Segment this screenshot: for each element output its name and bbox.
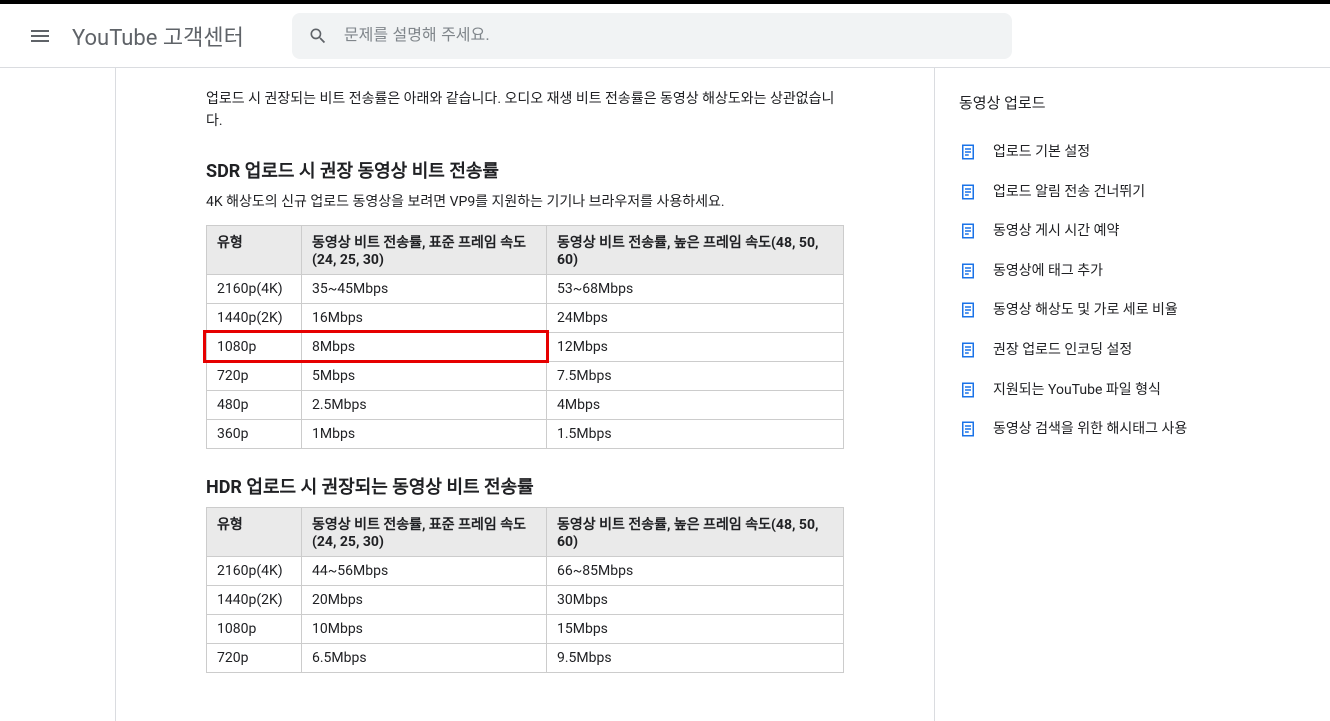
sidebar-item-label: 권장 업로드 인코딩 설정: [993, 341, 1132, 361]
sdr-table-wrap: 유형 동영상 비트 전송률, 표준 프레임 속도(24, 25, 30) 동영상…: [206, 225, 844, 449]
cell-high: 9.5Mbps: [547, 644, 844, 673]
cell-type: 360p: [207, 420, 302, 449]
cell-std: 44~56Mbps: [302, 557, 547, 586]
cell-std: 6.5Mbps: [302, 644, 547, 673]
page-title: YouTube 고객센터: [72, 20, 244, 52]
cell-type: 1080p: [207, 615, 302, 644]
search-input[interactable]: [344, 27, 996, 45]
hdr-table: 유형 동영상 비트 전송률, 표준 프레임 속도(24, 25, 30) 동영상…: [206, 507, 844, 673]
cell-type: 720p: [207, 644, 302, 673]
search-icon: [308, 26, 328, 46]
sidebar-item[interactable]: 동영상 해상도 및 가로 세로 비율: [959, 291, 1215, 331]
intro-text: 업로드 시 권장되는 비트 전송률은 아래와 같습니다. 오디오 재생 비트 전…: [206, 88, 844, 133]
table-row: 2160p(4K)44~56Mbps66~85Mbps: [207, 557, 844, 586]
sidebar-item-label: 업로드 알림 전송 건너뛰기: [993, 183, 1145, 203]
table-row: 720p5Mbps7.5Mbps: [207, 362, 844, 391]
th-std: 동영상 비트 전송률, 표준 프레임 속도(24, 25, 30): [302, 226, 547, 275]
cell-high: 15Mbps: [547, 615, 844, 644]
cell-std: 16Mbps: [302, 304, 547, 333]
document-icon: [959, 420, 977, 438]
document-icon: [959, 381, 977, 399]
cell-std: 10Mbps: [302, 615, 547, 644]
menu-icon[interactable]: [16, 12, 64, 60]
cell-std: 35~45Mbps: [302, 275, 547, 304]
table-row: 1080p8Mbps12Mbps: [207, 333, 844, 362]
sidebar-item[interactable]: 업로드 알림 전송 건너뛰기: [959, 173, 1215, 213]
cell-std: 20Mbps: [302, 586, 547, 615]
cell-high: 4Mbps: [547, 391, 844, 420]
sidebar-item[interactable]: 동영상에 태그 추가: [959, 252, 1215, 292]
sidebar-item-label: 지원되는 YouTube 파일 형식: [993, 381, 1161, 401]
document-icon: [959, 341, 977, 359]
th-high: 동영상 비트 전송률, 높은 프레임 속도(48, 50, 60): [547, 508, 844, 557]
sidebar-item-label: 업로드 기본 설정: [993, 143, 1090, 163]
sidebar-heading: 동영상 업로드: [959, 92, 1215, 113]
table-row: 2160p(4K)35~45Mbps53~68Mbps: [207, 275, 844, 304]
search-box[interactable]: [292, 13, 1012, 59]
cell-high: 1.5Mbps: [547, 420, 844, 449]
cell-std: 2.5Mbps: [302, 391, 547, 420]
document-icon: [959, 262, 977, 280]
document-icon: [959, 143, 977, 161]
sidebar: 동영상 업로드 업로드 기본 설정업로드 알림 전송 건너뛰기동영상 게시 시간…: [935, 68, 1215, 721]
sidebar-item[interactable]: 권장 업로드 인코딩 설정: [959, 331, 1215, 371]
table-row: 1440p(2K)16Mbps24Mbps: [207, 304, 844, 333]
sidebar-list: 업로드 기본 설정업로드 알림 전송 건너뛰기동영상 게시 시간 예약동영상에 …: [959, 133, 1215, 450]
cell-high: 66~85Mbps: [547, 557, 844, 586]
th-type: 유형: [207, 508, 302, 557]
cell-high: 30Mbps: [547, 586, 844, 615]
table-row: 720p6.5Mbps9.5Mbps: [207, 644, 844, 673]
th-type: 유형: [207, 226, 302, 275]
sidebar-item-label: 동영상 해상도 및 가로 세로 비율: [993, 301, 1178, 321]
cell-type: 720p: [207, 362, 302, 391]
hdr-heading: HDR 업로드 시 권장되는 동영상 비트 전송률: [206, 473, 844, 499]
cell-high: 24Mbps: [547, 304, 844, 333]
cell-type: 1440p(2K): [207, 304, 302, 333]
sidebar-item[interactable]: 동영상 게시 시간 예약: [959, 212, 1215, 252]
cell-type: 2160p(4K): [207, 275, 302, 304]
cell-high: 7.5Mbps: [547, 362, 844, 391]
sidebar-item-label: 동영상 게시 시간 예약: [993, 222, 1119, 242]
document-icon: [959, 301, 977, 319]
th-high: 동영상 비트 전송률, 높은 프레임 속도(48, 50, 60): [547, 226, 844, 275]
sdr-heading: SDR 업로드 시 권장 동영상 비트 전송률: [206, 157, 844, 183]
main: 업로드 시 권장되는 비트 전송률은 아래와 같습니다. 오디오 재생 비트 전…: [0, 68, 1330, 721]
cell-std: 8Mbps: [302, 333, 547, 362]
cell-type: 480p: [207, 391, 302, 420]
sidebar-item[interactable]: 업로드 기본 설정: [959, 133, 1215, 173]
cell-type: 1080p: [207, 333, 302, 362]
sdr-sub: 4K 해상도의 신규 업로드 동영상을 보려면 VP9를 지원하는 기기나 브라…: [206, 191, 844, 213]
table-row: 480p2.5Mbps4Mbps: [207, 391, 844, 420]
sidebar-item[interactable]: 동영상 검색을 위한 해시태그 사용: [959, 410, 1215, 450]
cell-high: 12Mbps: [547, 333, 844, 362]
sidebar-item[interactable]: 지원되는 YouTube 파일 형식: [959, 371, 1215, 411]
article: 업로드 시 권장되는 비트 전송률은 아래와 같습니다. 오디오 재생 비트 전…: [115, 68, 935, 721]
sdr-table: 유형 동영상 비트 전송률, 표준 프레임 속도(24, 25, 30) 동영상…: [206, 225, 844, 449]
search-wrap: [292, 13, 1012, 59]
sidebar-item-label: 동영상에 태그 추가: [993, 262, 1103, 282]
table-row: 360p1Mbps1.5Mbps: [207, 420, 844, 449]
document-icon: [959, 222, 977, 240]
document-icon: [959, 183, 977, 201]
th-std: 동영상 비트 전송률, 표준 프레임 속도(24, 25, 30): [302, 508, 547, 557]
header: YouTube 고객센터: [0, 4, 1330, 68]
cell-std: 5Mbps: [302, 362, 547, 391]
cell-high: 53~68Mbps: [547, 275, 844, 304]
cell-type: 1440p(2K): [207, 586, 302, 615]
cell-std: 1Mbps: [302, 420, 547, 449]
cell-type: 2160p(4K): [207, 557, 302, 586]
sidebar-item-label: 동영상 검색을 위한 해시태그 사용: [993, 420, 1187, 440]
table-row: 1440p(2K)20Mbps30Mbps: [207, 586, 844, 615]
table-row: 1080p10Mbps15Mbps: [207, 615, 844, 644]
